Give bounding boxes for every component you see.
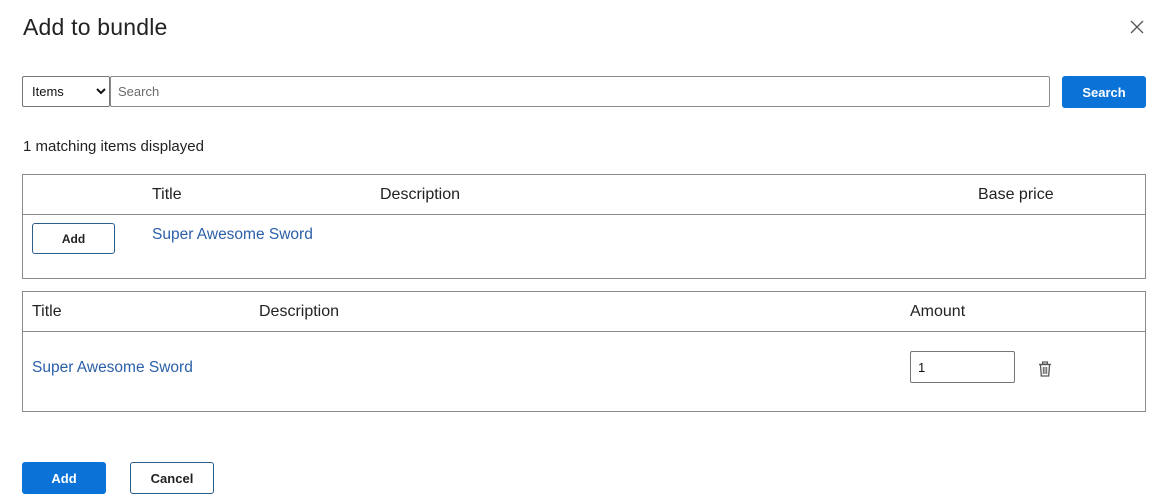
add-button[interactable]: Add: [22, 462, 106, 494]
results-table: Title Description Base price Add Super A…: [22, 174, 1146, 279]
bundle-item-title-link[interactable]: Super Awesome Sword: [32, 359, 193, 377]
results-table-header: Title Description Base price: [23, 175, 1145, 215]
close-button[interactable]: [1126, 16, 1148, 38]
column-header-amount: Amount: [910, 303, 966, 320]
trash-icon: [1039, 361, 1051, 377]
column-header-title: Title: [152, 186, 182, 203]
result-item-title-link[interactable]: Super Awesome Sword: [152, 226, 313, 244]
add-item-button[interactable]: Add: [32, 223, 115, 254]
delete-item-button[interactable]: [1038, 361, 1052, 377]
search-input[interactable]: [110, 76, 1050, 107]
dialog: Add to bundle Items Search 1 matching it…: [0, 0, 1157, 503]
column-header-title: Title: [32, 303, 62, 320]
cancel-button[interactable]: Cancel: [130, 462, 214, 494]
column-header-base-price: Base price: [978, 186, 1054, 203]
bundle-table: Title Description Amount Super Awesome S…: [22, 291, 1146, 412]
search-type-select[interactable]: Items: [22, 76, 110, 107]
dialog-title: Add to bundle: [23, 14, 168, 40]
search-button[interactable]: Search: [1062, 76, 1146, 108]
column-header-description: Description: [259, 303, 340, 320]
column-header-description: Description: [380, 186, 461, 203]
match-count: 1 matching items displayed: [23, 138, 204, 155]
amount-input[interactable]: [910, 351, 1015, 383]
bundle-table-header: Title Description Amount: [23, 292, 1145, 332]
close-icon: [1130, 20, 1144, 34]
